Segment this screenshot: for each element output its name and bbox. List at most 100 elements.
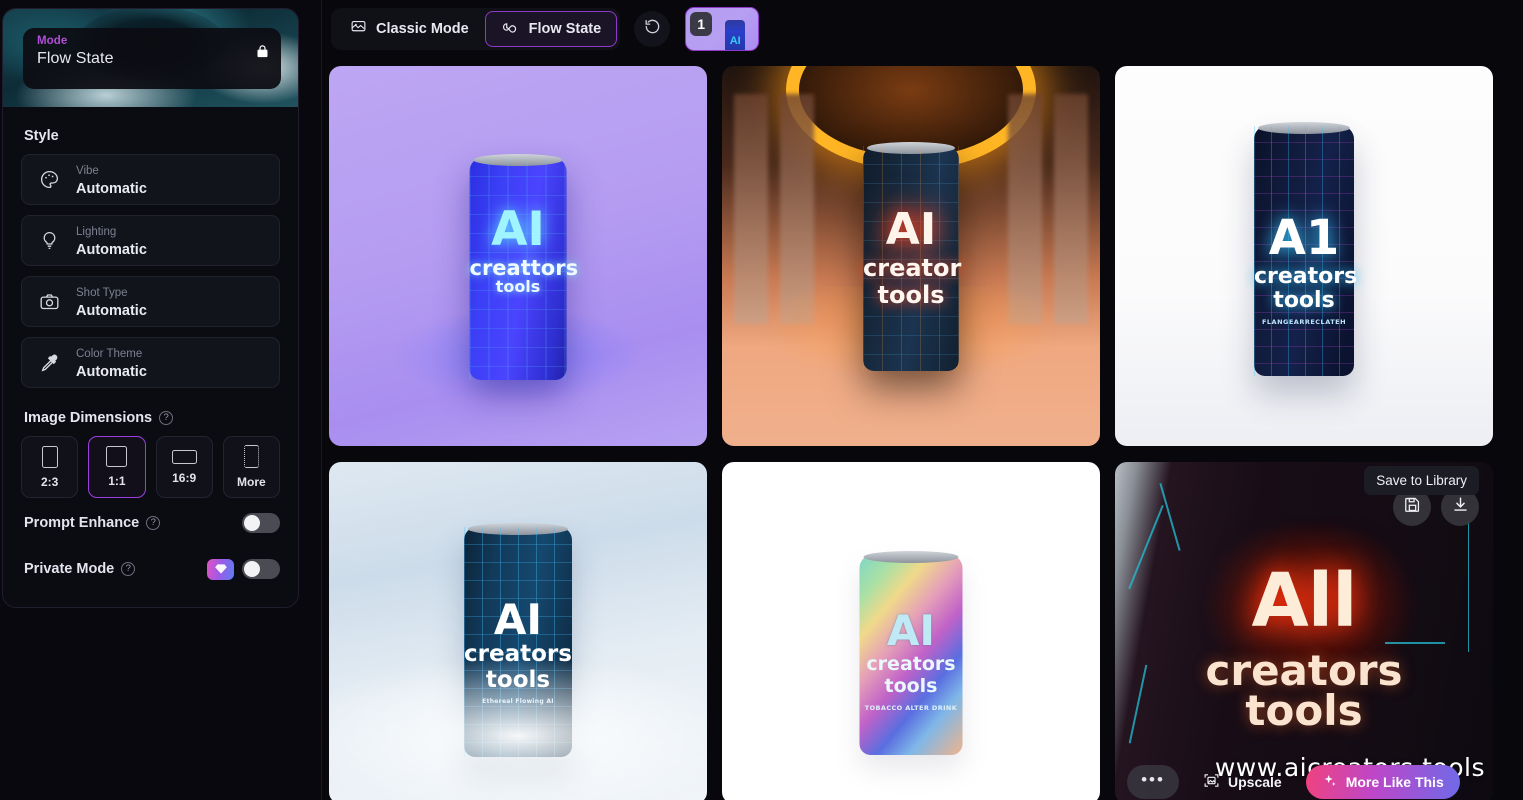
reset-button[interactable] — [634, 10, 671, 47]
result-card-1[interactable]: AI creattors tools — [329, 66, 707, 446]
download-icon — [1451, 495, 1470, 519]
tab-label: Classic Mode — [376, 20, 469, 37]
prompt-enhance-row: Prompt Enhance ? — [3, 502, 298, 544]
thumbnail-can-label: AI — [729, 34, 741, 47]
more-like-this-button[interactable]: More Like This — [1305, 765, 1460, 799]
can-image-5: AI creators tools TOBACCO ALTER DRINK — [859, 551, 963, 755]
infinity-icon — [501, 21, 520, 37]
tab-classic-mode[interactable]: Classic Mode — [334, 11, 485, 47]
mode-hero-image: Mode Flow State — [3, 9, 298, 107]
result-card-6[interactable]: All creators tools www.aicreators.tools … — [1115, 462, 1493, 800]
more-options-button[interactable]: ••• — [1127, 765, 1179, 799]
dimension-label: 1:1 — [108, 474, 126, 488]
save-to-library-tooltip: Save to Library — [1364, 466, 1479, 495]
help-icon[interactable]: ? — [121, 562, 136, 576]
help-icon[interactable]: ? — [159, 411, 174, 425]
private-mode-label: Private Mode — [24, 561, 115, 577]
upscale-frame-icon — [1203, 772, 1220, 792]
style-option-vibe[interactable]: Vibe Automatic — [21, 154, 280, 205]
eyedropper-icon — [34, 351, 64, 375]
can-text-subtitle: FLANGEARRECLATEH — [1261, 318, 1347, 326]
mode-segmented-control: Classic Mode Flow State — [331, 7, 621, 50]
style-option-key: Shot Type — [76, 286, 128, 299]
mode-value: Flow State — [37, 50, 114, 67]
can-text-line2: creattors — [469, 256, 579, 280]
can-text-line2: creators — [866, 653, 956, 675]
dimension-option-more[interactable]: More — [222, 436, 280, 498]
sidebar-panel: Mode Flow State Style Vibe Automatic Lig… — [2, 8, 299, 608]
result-card-2[interactable]: AI creator tools — [722, 66, 1100, 446]
camera-icon — [34, 290, 64, 314]
main-content: Classic Mode Flow State 1 AI AI creattor… — [322, 0, 1523, 800]
dimension-option-2-3[interactable]: 2:3 — [21, 436, 79, 498]
neon-line — [1159, 483, 1181, 551]
style-section-title: Style — [24, 128, 59, 144]
image-stack-icon — [350, 18, 367, 39]
result-card-3[interactable]: A1 creators tools FLANGEARRECLATEH — [1115, 66, 1493, 446]
generation-count-badge: 1 — [690, 11, 713, 36]
palette-icon — [34, 168, 64, 192]
style-option-value: Automatic — [76, 302, 147, 319]
landscape-shape-icon — [171, 449, 197, 464]
result-card-5[interactable]: AI creators tools TOBACCO ALTER DRINK — [722, 462, 1100, 800]
mode-label: Mode — [37, 35, 68, 47]
style-option-value: Automatic — [76, 241, 147, 258]
prompt-enhance-toggle[interactable] — [242, 513, 280, 533]
floppy-save-icon — [1403, 495, 1422, 519]
mode-card[interactable]: Mode Flow State — [23, 28, 281, 89]
card-action-bar: ••• Upscale More Like This — [1127, 765, 1483, 799]
prompt-enhance-label: Prompt Enhance — [24, 515, 140, 531]
dimension-option-16-9[interactable]: 16:9 — [155, 436, 213, 498]
toggle-knob — [244, 515, 260, 531]
image-dimensions-header: Image Dimensions ? — [3, 398, 298, 436]
more-like-this-label: More Like This — [1345, 774, 1444, 790]
dimension-option-1-1[interactable]: 1:1 — [88, 436, 146, 498]
style-option-lighting[interactable]: Lighting Automatic — [21, 215, 280, 266]
can-text-line1: AI — [491, 202, 545, 257]
style-option-value: Automatic — [76, 363, 147, 380]
can-text-line3: tools — [884, 675, 938, 697]
can-image-3: A1 creators tools FLANGEARRECLATEH — [1254, 122, 1357, 376]
mist-overlay — [329, 604, 707, 800]
can-text-line1: AI — [885, 204, 937, 255]
image-dimensions-title: Image Dimensions — [24, 410, 153, 426]
upscale-button[interactable]: Upscale — [1189, 765, 1296, 799]
style-option-shot-type[interactable]: Shot Type Automatic — [21, 276, 280, 327]
private-mode-row: Private Mode ? — [3, 548, 298, 590]
image-dimensions-options: 2:3 1:1 16:9 More — [3, 436, 298, 498]
can-text-line1: A1 — [1268, 210, 1340, 266]
can-image-1: AI creattors tools — [469, 154, 579, 380]
style-option-value: Automatic — [76, 180, 147, 197]
right-edge-spacer — [1507, 0, 1523, 800]
style-option-key: Color Theme — [76, 347, 143, 360]
tab-label: Flow State — [528, 20, 602, 37]
style-options-list: Vibe Automatic Lighting Automatic Shot T… — [3, 154, 298, 388]
can-text-line1: AI — [886, 606, 936, 655]
can-text-line3: tools — [495, 277, 541, 296]
dimension-label: More — [237, 475, 266, 489]
image-results-grid: AI creattors tools AI creator tools A1 c… — [329, 66, 1501, 800]
dimension-label: 2:3 — [40, 474, 59, 489]
tab-flow-state[interactable]: Flow State — [484, 10, 618, 47]
style-option-color-theme[interactable]: Color Theme Automatic — [21, 337, 280, 388]
app-root: Mode Flow State Style Vibe Automatic Lig… — [0, 0, 1523, 800]
can-text-subtitle: TOBACCO ALTER DRINK — [864, 704, 958, 712]
style-option-key: Vibe — [76, 164, 99, 177]
can-text-line1: All — [1251, 558, 1357, 644]
can-text-line3: tools — [1273, 288, 1335, 313]
reset-counterclockwise-icon — [643, 17, 662, 41]
can-image-2: AI creator tools — [863, 142, 962, 371]
private-mode-toggle[interactable] — [242, 559, 280, 579]
can-text-line3: tools — [877, 281, 945, 309]
can-text-line2: creator — [863, 254, 962, 282]
help-icon[interactable]: ? — [146, 516, 161, 530]
upscale-label: Upscale — [1228, 774, 1282, 790]
gem-icon[interactable] — [207, 558, 234, 580]
lightbulb-icon — [34, 229, 64, 253]
generation-thumbnail[interactable]: 1 AI — [685, 6, 760, 51]
sparkles-icon — [1322, 773, 1338, 792]
top-toolbar: Classic Mode Flow State 1 AI — [322, 0, 1523, 52]
style-option-key: Lighting — [76, 225, 117, 238]
more-shapes-icon — [243, 445, 259, 468]
result-card-4[interactable]: AI creators tools Ethereal Flowing AI — [329, 462, 707, 800]
